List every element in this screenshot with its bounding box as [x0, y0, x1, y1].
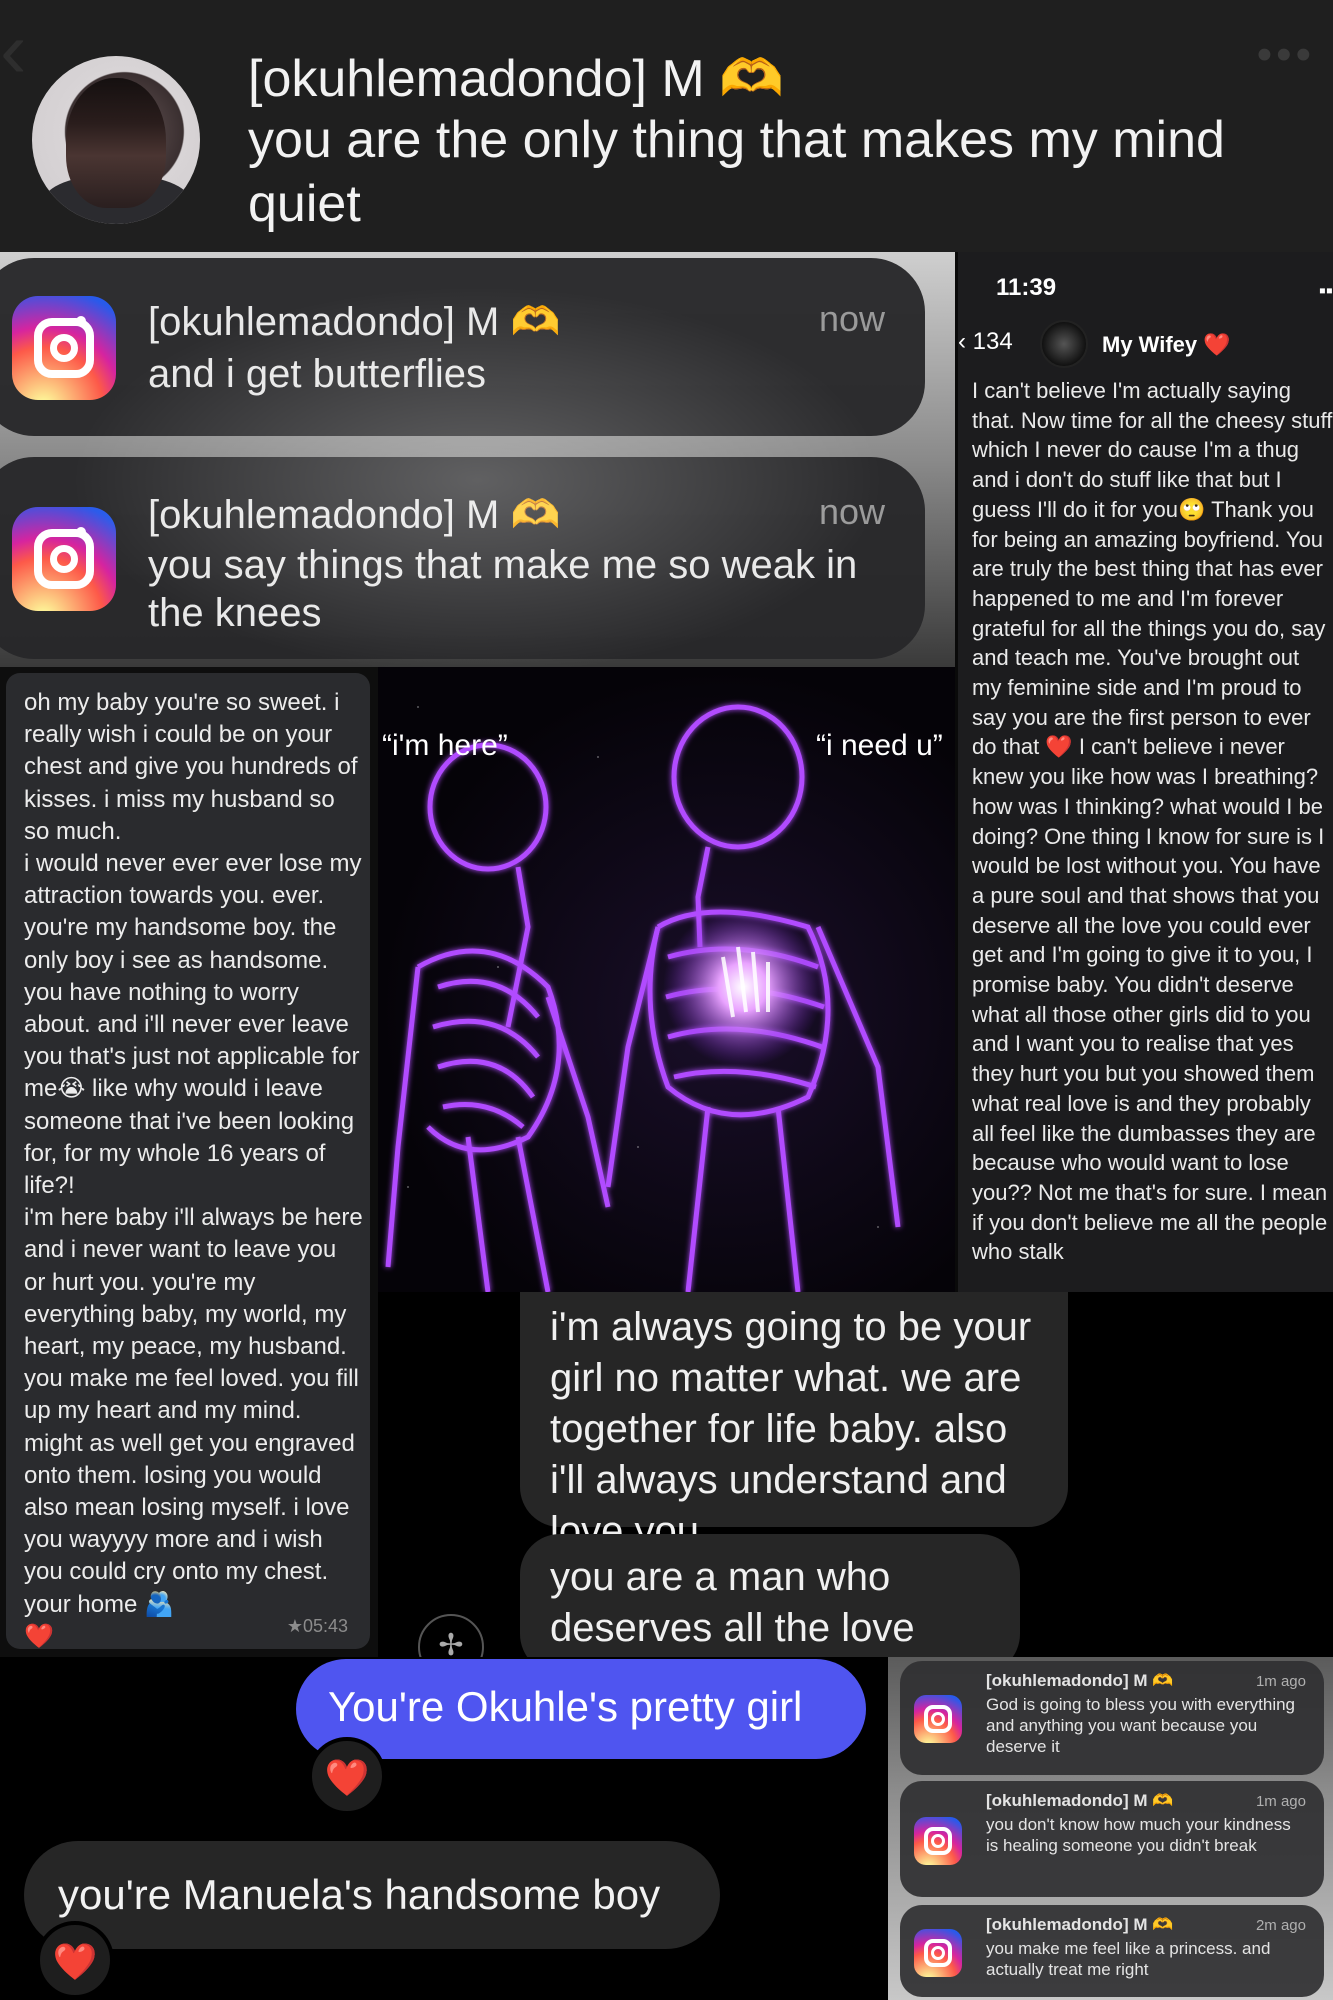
notification-time: 2m ago	[1255, 1917, 1306, 1934]
add-reaction-icon[interactable]: ✢	[418, 1614, 484, 1657]
notification-card[interactable]: [okuhlemadondo] M 🫶 now and i get butter…	[0, 258, 925, 436]
left-caption: “i'm here”	[382, 729, 508, 762]
contact-name[interactable]: My Wifey ❤️	[1102, 332, 1231, 358]
back-count: 134	[972, 328, 1013, 355]
notification-card[interactable]: [okuhlemadondo] M 🫶 now you say things t…	[0, 457, 925, 659]
notification-body: you don't know how much your kindness is…	[986, 1815, 1291, 1855]
notification-body: God is going to bless you with everythin…	[986, 1695, 1296, 1756]
instagram-icon	[12, 507, 116, 611]
message-text: you are the only thing that makes my min…	[248, 111, 1225, 233]
left-skeleton	[385, 742, 611, 1292]
small-notification-stack: [okuhlemadondo] M 🫶 1m ago God is going …	[888, 1657, 1333, 2000]
dm-header-panel: ‹ [okuhlemadondo] M 🫶 you are the only t…	[0, 0, 1333, 252]
notification-card[interactable]: [okuhlemadondo] M 🫶 2m ago you make me f…	[900, 1905, 1324, 1997]
notification-sender: [okuhlemadondo] M 🫶	[986, 1791, 1174, 1810]
notification-body: you make me feel like a princess. and ac…	[986, 1939, 1271, 1979]
notification-sender: [okuhlemadondo] M 🫶	[986, 1671, 1174, 1690]
skeleton-image: “i'm here” “i need u”	[378, 667, 955, 1292]
notification-sender: [okuhlemadondo] M 🫶	[148, 300, 561, 344]
instagram-icon	[914, 1929, 962, 1977]
heart-reaction-icon[interactable]: ❤️	[308, 1737, 386, 1815]
message-timestamp: ★05:43	[286, 1616, 348, 1636]
sender-name: [okuhlemadondo] M 🫶	[248, 50, 784, 108]
notification-card[interactable]: [okuhlemadondo] M 🫶 1m ago you don't kno…	[900, 1781, 1324, 1897]
notification-sender: [okuhlemadondo] M 🫶	[148, 493, 561, 537]
notification-sender: [okuhlemadondo] M 🫶	[986, 1915, 1174, 1934]
left-chat-panel: oh my baby you're so sweet. i really wis…	[0, 667, 378, 1657]
sent-message-bubble: You're Okuhle's pretty girl	[296, 1659, 866, 1759]
avatar[interactable]	[32, 56, 200, 224]
right-caption: “i need u”	[816, 729, 943, 762]
instagram-icon	[914, 1695, 962, 1743]
status-time: 11:39	[996, 274, 1057, 301]
back-button[interactable]: ‹ 134	[958, 328, 1013, 356]
received-message-bubble: you're Manuela's handsome boy	[24, 1841, 720, 1949]
notification-body: and i get butterflies	[148, 352, 486, 396]
instagram-icon-dot	[76, 316, 86, 326]
avatar-face	[66, 78, 166, 208]
notification-time: 1m ago	[1255, 1673, 1306, 1690]
signal-icon: ▪▪	[1318, 280, 1333, 302]
instagram-icon	[12, 296, 116, 400]
instagram-icon	[914, 1817, 962, 1865]
notification-time: now	[818, 491, 885, 532]
more-options-icon[interactable]: •••	[1257, 30, 1315, 80]
back-chevron-icon[interactable]: ‹	[0, 10, 27, 90]
notification-body: you say things that make me so weak in t…	[148, 543, 858, 635]
message-bubble: i'm always going to be your girl no matt…	[520, 1292, 1068, 1553]
notification-stack: [okuhlemadondo] M 🫶 now and i get butter…	[0, 252, 955, 667]
bottom-chat-panel: You're Okuhle's pretty girl ❤️ you're Ma…	[0, 1657, 888, 2000]
dark-chat-panel: i'm always going to be your girl no matt…	[378, 1292, 1333, 1657]
chat-message: oh my baby you're so sweet. i really wis…	[24, 689, 363, 1650]
instagram-icon-dot	[76, 527, 86, 537]
notification-time: 1m ago	[1255, 1793, 1306, 1810]
notification-card[interactable]: [okuhlemadondo] M 🫶 1m ago God is going …	[900, 1661, 1324, 1775]
right-chat-panel: 11:39 ▪▪ ‹ 134 My Wifey ❤️ I can't belie…	[955, 252, 1333, 1292]
heart-reaction-icon[interactable]: ❤️	[36, 1921, 114, 1999]
message-bubble: you are a man who deserves all the love …	[520, 1534, 1020, 1657]
contact-avatar[interactable]	[1040, 320, 1088, 368]
notification-time: now	[818, 298, 885, 339]
chat-message: I can't believe I'm actually saying that…	[972, 378, 1333, 1265]
message-bubble: oh my baby you're so sweet. i really wis…	[6, 673, 370, 1650]
